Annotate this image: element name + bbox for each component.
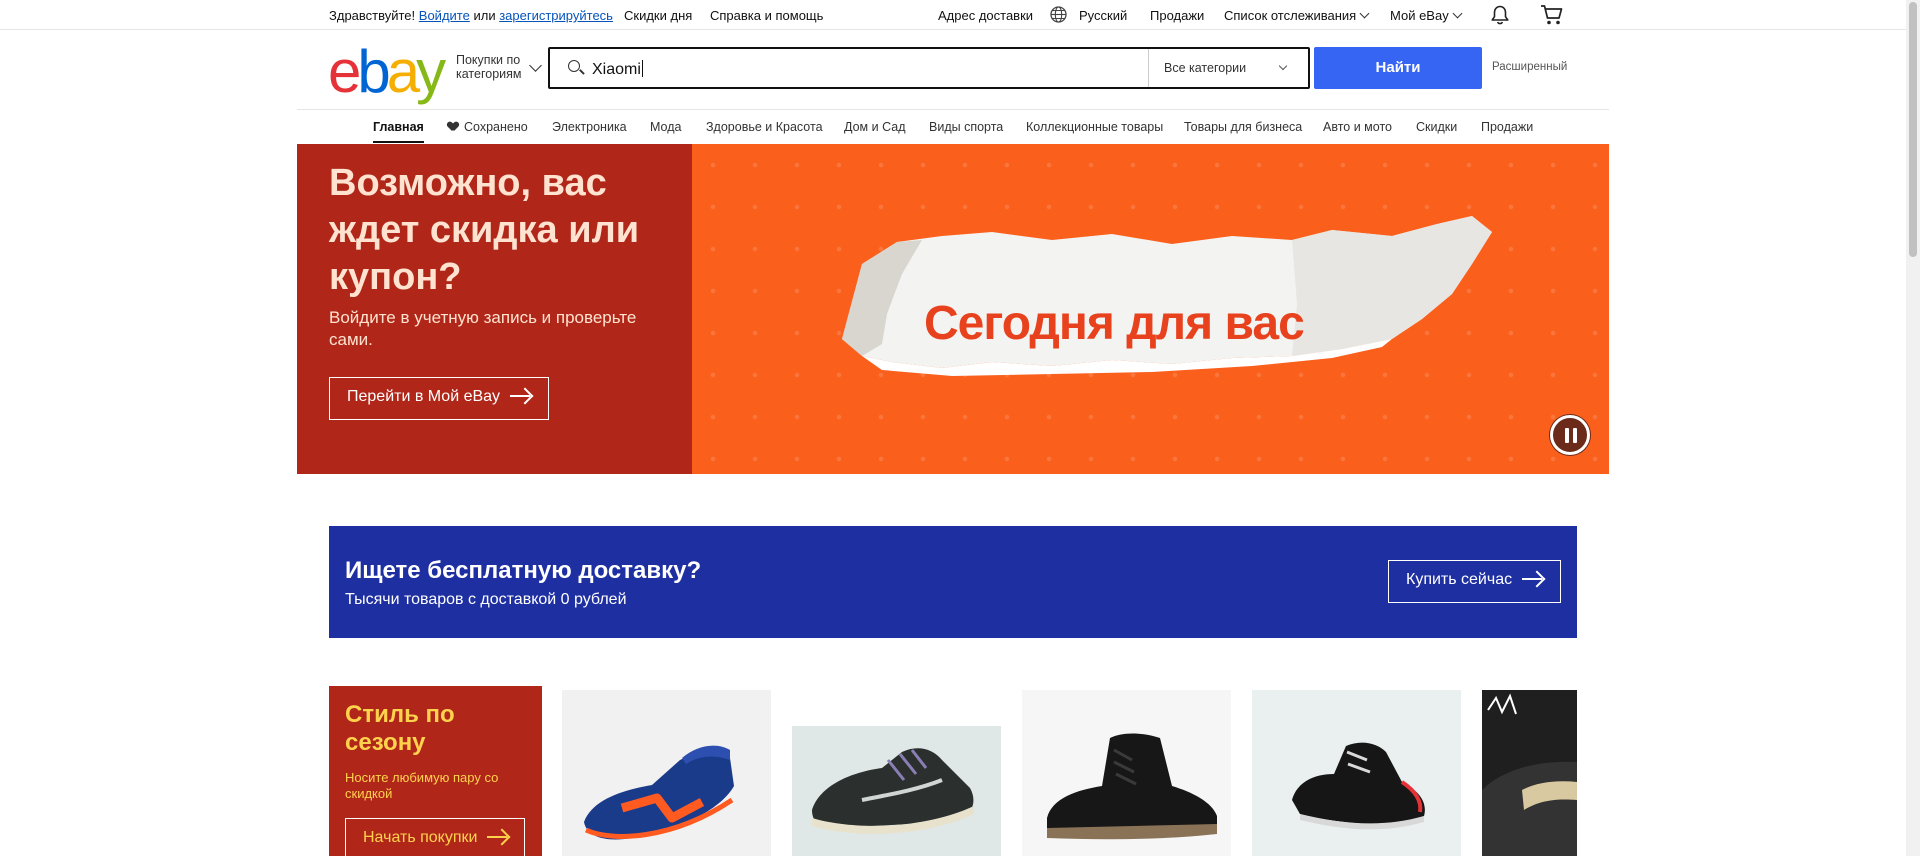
heart-icon xyxy=(448,122,458,131)
hero-banner[interactable]: Сегодня для вас xyxy=(692,144,1609,474)
nav-health-beauty[interactable]: Здоровье и Красота xyxy=(706,120,823,134)
nav-home[interactable]: Главная xyxy=(373,120,424,143)
high-top-sneaker-image xyxy=(1047,733,1217,840)
shop-now-button[interactable]: Купить сейчас xyxy=(1388,560,1561,603)
daily-deals-link[interactable]: Скидки дня xyxy=(624,8,692,23)
shipping-title: Ищете бесплатную доставку? xyxy=(345,557,702,584)
bell-icon[interactable] xyxy=(1489,5,1511,28)
arrow-right-icon xyxy=(510,389,532,403)
product-card[interactable] xyxy=(562,690,771,856)
adidas-shoe-image xyxy=(1482,693,1577,856)
free-shipping-banner: Ищете бесплатную доставку? Тысячи товаро… xyxy=(329,526,1577,638)
ship-to-link[interactable]: Адрес доставки xyxy=(938,8,1033,23)
register-link[interactable]: зарегистрируйтесь xyxy=(499,8,613,23)
soccer-cleat-image xyxy=(584,745,734,840)
ebay-logo[interactable]: ebay xyxy=(328,42,446,102)
start-shopping-button[interactable]: Начать покупки xyxy=(345,818,525,856)
search-bar: Xiaomi Все категории xyxy=(548,47,1310,89)
hero-title: Возможно, вас ждет скидка или купон? xyxy=(329,162,640,298)
chevron-down-icon xyxy=(1452,8,1463,19)
search-input[interactable]: Xiaomi xyxy=(592,60,643,79)
help-link[interactable]: Справка и помощь xyxy=(710,8,823,23)
chevron-down-icon xyxy=(1359,8,1370,19)
nav-sports[interactable]: Виды спорта xyxy=(929,120,1003,134)
language-selector[interactable]: Русский xyxy=(1079,8,1127,23)
product-card[interactable] xyxy=(1482,690,1577,856)
nav-divider xyxy=(297,109,1609,110)
product-card[interactable] xyxy=(1022,690,1231,856)
pause-icon[interactable] xyxy=(1550,415,1590,455)
cart-icon[interactable] xyxy=(1540,4,1564,29)
nav-fashion[interactable]: Мода xyxy=(650,120,681,134)
nav-motors[interactable]: Авто и мото xyxy=(1323,120,1392,134)
nav-sell[interactable]: Продажи xyxy=(1481,120,1533,134)
search-icon xyxy=(568,60,580,72)
nav-business[interactable]: Товары для бизнеса xyxy=(1184,120,1302,134)
go-to-my-ebay-button[interactable]: Перейти в Мой eBay xyxy=(329,377,549,420)
my-ebay-menu[interactable]: Мой eBay xyxy=(1390,8,1463,23)
greeting-text: Здравствуйте! Войдите или зарегистрируйт… xyxy=(329,8,613,23)
basketball-shoe-image xyxy=(1292,742,1425,830)
signin-link[interactable]: Войдите xyxy=(419,8,470,23)
chevron-down-icon[interactable] xyxy=(529,59,542,72)
product-card[interactable] xyxy=(792,690,1001,856)
arrow-right-icon xyxy=(1522,572,1544,586)
search-button[interactable]: Найти xyxy=(1314,47,1482,89)
product-card[interactable] xyxy=(1252,690,1461,856)
shipping-subtitle: Тысячи товаров с доставкой 0 рублей xyxy=(345,591,627,608)
hero-subtitle: Войдите в учетную запись и проверьте сам… xyxy=(329,308,637,349)
banner-text: Сегодня для вас xyxy=(924,297,1305,350)
hero-panel: Возможно, вас ждет скидка или купон? Вой… xyxy=(297,144,692,474)
scrollbar-thumb[interactable] xyxy=(1909,2,1917,257)
seasonal-subtitle: Носите любимую пару со скидкой xyxy=(345,770,499,801)
seasonal-title: Стиль по сезону xyxy=(345,701,455,756)
chevron-down-icon xyxy=(1278,61,1288,71)
text-cursor xyxy=(641,60,643,77)
nav-collectibles[interactable]: Коллекционные товары xyxy=(1026,120,1163,134)
category-select[interactable]: Все категории xyxy=(1148,49,1308,87)
advanced-search-link[interactable]: Расширенный xyxy=(1492,61,1567,73)
vertical-scrollbar[interactable] xyxy=(1906,0,1920,856)
watchlist-menu[interactable]: Список отслеживания xyxy=(1224,8,1370,23)
nav-home-garden[interactable]: Дом и Сад xyxy=(844,120,906,134)
sneaker-image xyxy=(812,748,974,834)
sell-link[interactable]: Продажи xyxy=(1150,8,1204,23)
top-bar: Здравствуйте! Войдите или зарегистрируйт… xyxy=(0,0,1920,30)
seasonal-promo: Стиль по сезону Носите любимую пару со с… xyxy=(329,686,542,856)
arrow-right-icon xyxy=(487,830,509,844)
shop-by-category-button[interactable]: Покупки по категориям xyxy=(456,53,522,81)
nav-electronics[interactable]: Электроника xyxy=(552,120,627,134)
nav-deals[interactable]: Скидки xyxy=(1416,120,1457,134)
globe-icon[interactable] xyxy=(1050,6,1067,26)
nav-saved[interactable]: Сохранено xyxy=(448,120,528,134)
